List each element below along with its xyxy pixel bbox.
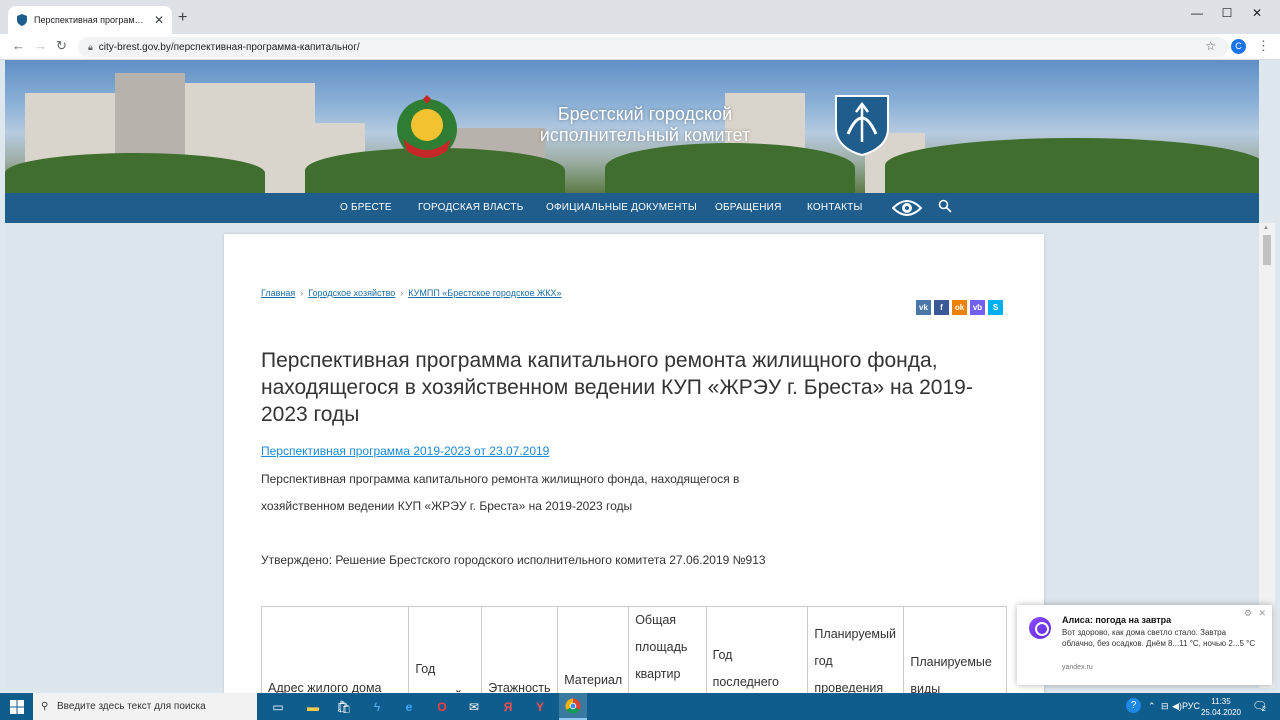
scroll-up-icon[interactable]: ▲ [1263,225,1269,231]
table-header-cell: Общая площадь квартир жилых [628,606,707,694]
windows-taskbar: ⚲ Введите здесь текст для поиска ▭ ▬ 🛍︎ … [0,693,1280,720]
notification-count: 2 [1262,706,1266,713]
browser-menu-icon[interactable]: ⋮ [1257,38,1270,54]
forward-arrow-icon[interactable]: → [34,38,47,53]
help-icon[interactable]: ? [1126,698,1141,713]
tree-decor [5,153,265,193]
table-header-cell: Год последнего [705,606,809,694]
brest-coat-of-arms-icon [835,95,889,156]
minimize-button[interactable]: — [1182,6,1212,20]
back-arrow-icon[interactable]: ← [12,38,25,53]
browser-tabstrip: Перспективная программа капитальн ✕ + — … [0,0,1280,34]
alice-logo-icon [1029,617,1051,639]
breadcrumb: Главная › Городское хозяйство › КУМПП «Брест… [261,288,562,298]
notification-source: yandex.ru [1062,664,1093,671]
description-line-1: Перспективная программа капитального рем… [261,472,740,486]
tree-decor [605,143,855,193]
approval-text: Утверждено: Решение Брестского городског… [261,553,766,567]
search-icon[interactable] [938,199,952,213]
breadcrumb-housing-utility[interactable]: КУМПП «Брестское городское ЖКХ» [408,288,561,298]
table-header-cell: Адрес жилого дома [261,606,410,694]
mail-icon[interactable]: ✉ [460,693,488,720]
accessibility-eye-icon[interactable] [892,198,922,218]
main-navigation: О БРЕСТЕ ГОРОДСКАЯ ВЛАСТЬ ОФИЦИАЛЬНЫЕ ДО… [5,193,1259,223]
clock-date: 25.04.2020 [1200,708,1242,717]
new-tab-button[interactable]: + [178,9,187,27]
profile-avatar[interactable]: C [1231,39,1246,54]
windows-start-icon[interactable] [10,700,24,714]
nav-item-city-government[interactable]: ГОРОДСКАЯ ВЛАСТЬ [418,202,523,213]
nav-item-about[interactable]: О БРЕСТЕ [340,202,392,213]
site-title-line1: Брестский городской [557,104,733,124]
nav-item-official-documents[interactable]: ОФИЦИАЛЬНЫЕ ДОКУМЕНТЫ [546,202,697,213]
chrome-logo-icon [565,697,581,714]
notification-body: Вот здорово, как дома светло стало. Завт… [1062,628,1256,648]
site-favicon-icon [17,14,27,26]
table-header-cell: Материал [557,606,630,694]
volume-icon[interactable]: ◀) [1172,701,1182,712]
notification-close-icon[interactable]: ✕ [1258,608,1266,619]
page-title: Перспективная программа капитального рем… [261,349,973,426]
breadcrumb-separator-icon: › [300,288,304,298]
close-window-button[interactable]: ✕ [1242,6,1272,20]
address-bar[interactable]: 🔒︎ city-brest.gov.by/перспективная-прогр… [78,37,1228,57]
site-title-line2: исполнительный комитет [539,125,751,145]
facebook-share-icon[interactable]: f [934,300,949,315]
vk-share-icon[interactable]: vk [916,300,931,315]
belarus-emblem-icon [397,95,457,159]
table-header-cell: Этажность [481,606,559,694]
table-header-cell: Планируемый год проведения [807,606,905,694]
table-header-cell: Планируемые виды [903,606,1007,694]
app-bolt-icon[interactable]: ϟ [363,693,391,720]
breadcrumb-city-economy[interactable]: Городское хозяйство [308,288,395,298]
store-icon[interactable]: 🛍︎ [330,693,358,720]
yandex-y-icon[interactable]: Y [526,693,554,720]
input-language[interactable]: РУС [1182,701,1200,711]
notification-settings-icon[interactable]: ⚙ [1244,608,1252,619]
reload-icon[interactable]: ↻ [56,38,67,54]
scrollbar-thumb[interactable] [1263,235,1271,265]
skype-share-icon[interactable]: S [988,300,1003,315]
program-table: Адрес жилого дома Год постройки Этажност… [261,606,1007,694]
nav-item-contacts[interactable]: КОНТАКТЫ [807,202,863,213]
task-view-icon[interactable]: ▭ [264,693,292,720]
network-icon[interactable]: ⊟ [1161,701,1169,712]
search-icon: ⚲ [41,701,49,712]
yandex-browser-icon[interactable]: Я [494,693,522,720]
opera-browser-icon[interactable]: O [428,693,456,720]
tab-title: Перспективная программа капитальн [34,15,148,25]
alice-weather-notification[interactable]: ⚙ ✕ Алиса: погода на завтра Вот здорово,… [1017,605,1272,685]
description-line-2: хозяйственном ведении КУП «ЖРЭУ г. Брест… [261,499,633,513]
tree-decor [885,138,1259,193]
taskbar-search-box[interactable]: ⚲ Введите здесь текст для поиска [33,693,257,720]
clock-time: 11:35 [1211,697,1231,706]
site-title[interactable]: Брестский городской исполнительный комит… [525,104,765,146]
browser-tab[interactable]: Перспективная программа капитальн ✕ [8,6,172,34]
social-share-bar: vk f ok vb S [916,300,1003,315]
lock-icon: 🔒︎ [88,41,93,52]
nav-item-appeals[interactable]: ОБРАЩЕНИЯ [715,202,782,213]
edge-browser-icon[interactable]: e [395,693,423,720]
tray-chevron-icon[interactable]: ⌃ [1148,701,1156,712]
notification-title: Алиса: погода на завтра [1062,615,1172,625]
content-card: Главная › Городское хозяйство › КУМПП «Брест… [224,234,1044,694]
bookmark-star-icon[interactable]: ☆ [1205,39,1216,53]
breadcrumb-separator-icon: › [400,288,404,298]
taskbar-search-placeholder: Введите здесь текст для поиска [57,701,206,712]
site-header-banner: Брестский городской исполнительный комит… [5,60,1259,193]
viber-share-icon[interactable]: vb [970,300,985,315]
program-document-link[interactable]: Перспективная программа 2019-2023 от 23.… [261,444,549,458]
odnoklassniki-share-icon[interactable]: ok [952,300,967,315]
maximize-button[interactable]: ☐ [1212,6,1242,20]
breadcrumb-home[interactable]: Главная [261,288,295,298]
file-explorer-icon[interactable]: ▬ [299,693,327,720]
url-text: city-brest.gov.by/перспективная-программ… [98,41,360,53]
table-header-row: Адрес жилого дома Год постройки Этажност… [261,606,1007,694]
system-clock[interactable]: 11:35 25.04.2020 [1199,696,1243,718]
tab-close-icon[interactable]: ✕ [154,13,164,27]
table-header-cell: Год постройки [408,606,483,694]
browser-toolbar: ← → ↻ 🔒︎ city-brest.gov.by/перспективная… [0,34,1280,60]
chrome-browser-icon[interactable] [559,693,587,720]
